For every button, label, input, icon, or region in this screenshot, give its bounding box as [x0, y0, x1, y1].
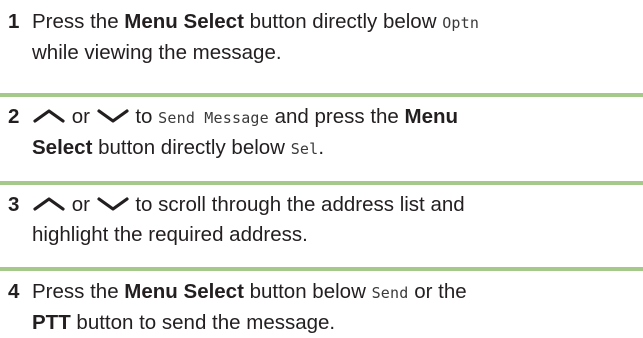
- step-number: 2: [8, 105, 20, 128]
- step-line: Select button directly below Sel.: [32, 133, 637, 164]
- step-line: while viewing the message.: [32, 41, 282, 64]
- step-text: Press the: [32, 280, 125, 303]
- step-divider: [0, 181, 643, 185]
- step-text: to: [129, 105, 159, 128]
- step-text: or: [66, 193, 96, 216]
- step-number: 1: [8, 10, 20, 33]
- step-line: or to scroll through the address list an…: [32, 190, 637, 220]
- ptt-label: PTT: [32, 311, 71, 334]
- chevron-down-icon: [96, 196, 130, 212]
- menu-select-label: Menu Select: [124, 10, 244, 33]
- step-line: Press the Menu Select button directly be…: [32, 7, 637, 38]
- step-text: button directly below: [92, 136, 291, 159]
- step-line: highlight the required address.: [32, 223, 308, 246]
- step-divider: [0, 267, 643, 271]
- procedure-steps: 1 Press the Menu Select button directly …: [0, 0, 643, 338]
- step-line: Press the Menu Select button below Send …: [32, 277, 637, 308]
- step-text: and press the: [268, 105, 405, 128]
- step-divider: [0, 93, 643, 97]
- optn-softkey-label: Optn: [442, 14, 480, 32]
- step-4: 4 Press the Menu Select button below Sen…: [0, 277, 643, 338]
- step-2: 2 or to Send Message and press the Menu …: [0, 102, 643, 164]
- chevron-up-icon: [32, 108, 66, 124]
- step-number: 3: [8, 193, 20, 216]
- send-message-menu-label: Send Message: [158, 109, 269, 127]
- step-text: or: [66, 105, 96, 128]
- step-text: button below: [243, 280, 372, 303]
- step-3: 3 or to scroll through the address list …: [0, 190, 643, 250]
- sel-softkey-label: Sel: [290, 140, 319, 158]
- step-line: or to Send Message and press the Menu: [32, 102, 637, 133]
- select-label: Select: [32, 136, 93, 159]
- menu-select-label: Menu Select: [124, 280, 244, 303]
- step-text: .: [318, 136, 325, 159]
- step-text: button directly below: [243, 10, 443, 33]
- step-line: PTT button to send the message.: [32, 308, 637, 338]
- step-text: or the: [408, 280, 467, 303]
- send-softkey-label: Send: [371, 284, 409, 302]
- menu-label: Menu: [404, 105, 459, 128]
- step-text: Press the: [32, 10, 125, 33]
- chevron-down-icon: [96, 108, 130, 124]
- step-text: to scroll through the address list and: [129, 193, 465, 216]
- step-1: 1 Press the Menu Select button directly …: [0, 7, 643, 68]
- step-text: button to send the message.: [70, 311, 336, 334]
- step-number: 4: [8, 280, 20, 303]
- chevron-up-icon: [32, 196, 66, 212]
